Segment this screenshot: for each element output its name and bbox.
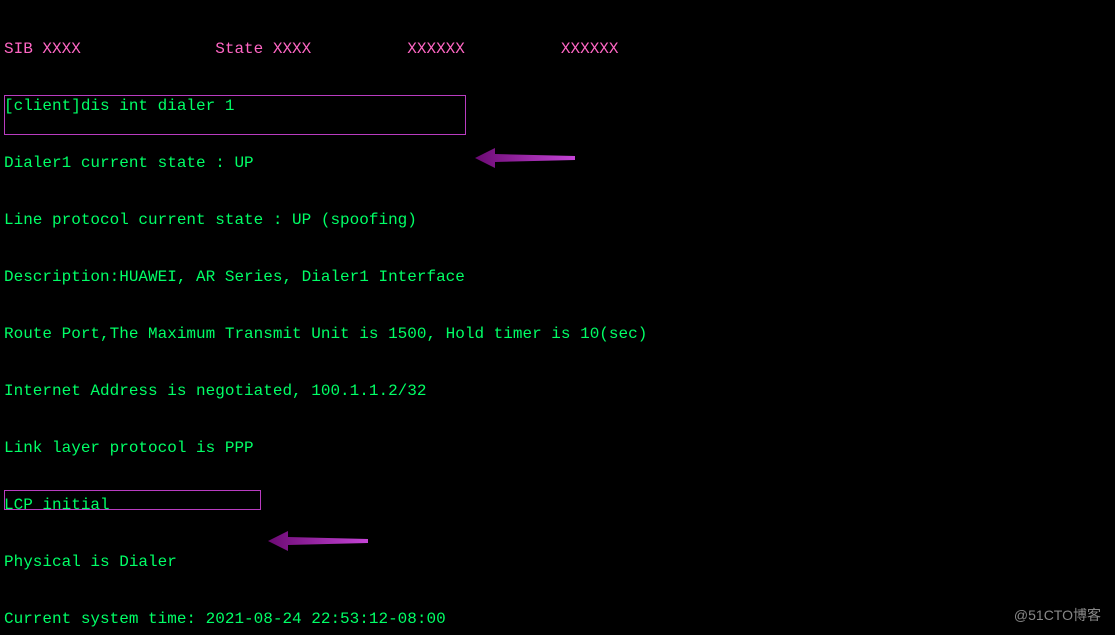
output-line: Current system time: 2021-08-24 22:53:12… (4, 610, 1111, 629)
header-line: SIB XXXX State XXXX XXXXXX XXXXXX (4, 40, 1111, 59)
watermark-label: @51CTO博客 (1014, 606, 1101, 625)
prompt-label: [client] (4, 97, 81, 115)
output-line-internet-address: Internet Address is negotiated, 100.1.1.… (4, 382, 1111, 401)
command-line-1: [client]dis int dialer 1 (4, 97, 1111, 116)
command-text: dis int dialer 1 (81, 97, 235, 115)
output-line: Physical is Dialer (4, 553, 1111, 572)
output-line: LCP initial (4, 496, 1111, 515)
terminal-window[interactable]: SIB XXXX State XXXX XXXXXX XXXXXX [clien… (0, 0, 1115, 635)
output-line: Description:HUAWEI, AR Series, Dialer1 I… (4, 268, 1111, 287)
output-line: Line protocol current state : UP (spoofi… (4, 211, 1111, 230)
output-line: Route Port,The Maximum Transmit Unit is … (4, 325, 1111, 344)
output-line: Dialer1 current state : UP (4, 154, 1111, 173)
output-line-link-layer: Link layer protocol is PPP (4, 439, 1111, 458)
